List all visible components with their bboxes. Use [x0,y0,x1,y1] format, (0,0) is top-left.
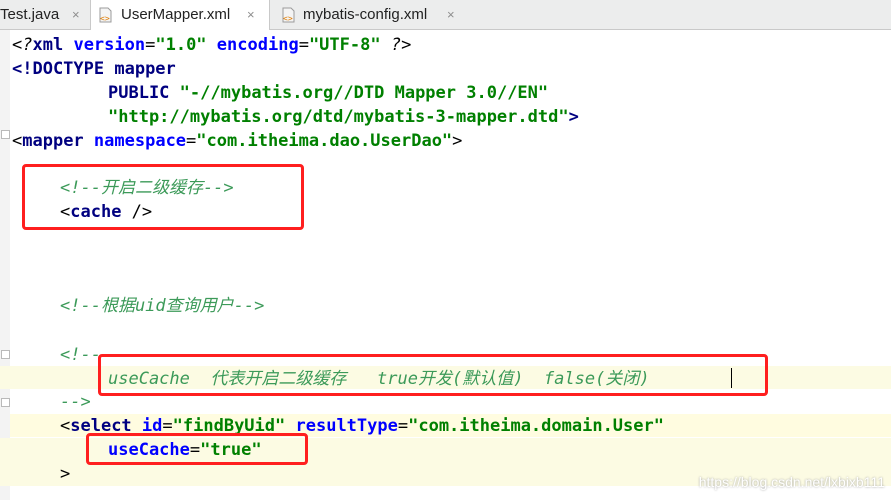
watermark: https://blog.csdn.net/lxbixb111 [698,474,885,490]
code-line-comment-open: <!-- [60,345,101,365]
annotation-box-usecache-attr [86,433,308,465]
code-line-5: <mapper namespace="com.itheima.dao.UserD… [12,131,463,151]
svg-text:<>: <> [283,14,293,23]
editor-gutter [0,30,10,500]
close-tab-icon[interactable]: × [72,0,80,29]
fold-marker-icon[interactable] [1,130,10,139]
tab-user-mapper-xml[interactable]: <> UserMapper.xml × [90,0,270,30]
tab-label: Test.java [0,6,60,23]
code-line-comment-query: <!--根据uid查询用户--> [60,296,265,316]
annotation-box-usecache-comment [98,354,768,396]
code-line-select-close: > [60,464,71,484]
fold-marker-icon[interactable] [1,350,10,359]
code-line-comment-close: --> [60,392,91,412]
code-editor[interactable]: <?xml version="1.0" encoding="UTF-8" ?> … [0,30,891,500]
xml-file-icon: <> [99,7,112,23]
fold-marker-icon[interactable] [1,398,10,407]
tab-mybatis-config-xml[interactable]: <> mybatis-config.xml × [273,0,469,29]
code-line-2: <!DOCTYPE mapper [12,59,176,79]
code-line-4: "http://mybatis.org/dtd/mybatis-3-mapper… [108,107,579,127]
svg-text:<>: <> [100,14,110,23]
close-tab-icon[interactable]: × [247,0,255,29]
editor-tab-bar: Test.java × <> UserMapper.xml × <> mybat… [0,0,891,30]
code-line-1: <?xml version="1.0" encoding="UTF-8" ?> [12,35,412,55]
tab-label: mybatis-config.xml [303,6,428,23]
annotation-box-cache [22,164,304,230]
code-line-3: PUBLIC "-//mybatis.org//DTD Mapper 3.0//… [108,83,549,103]
tab-label: UserMapper.xml [121,6,231,23]
close-tab-icon[interactable]: × [447,0,455,29]
tab-test-java[interactable]: Test.java × [0,0,90,29]
xml-file-icon: <> [282,7,295,23]
